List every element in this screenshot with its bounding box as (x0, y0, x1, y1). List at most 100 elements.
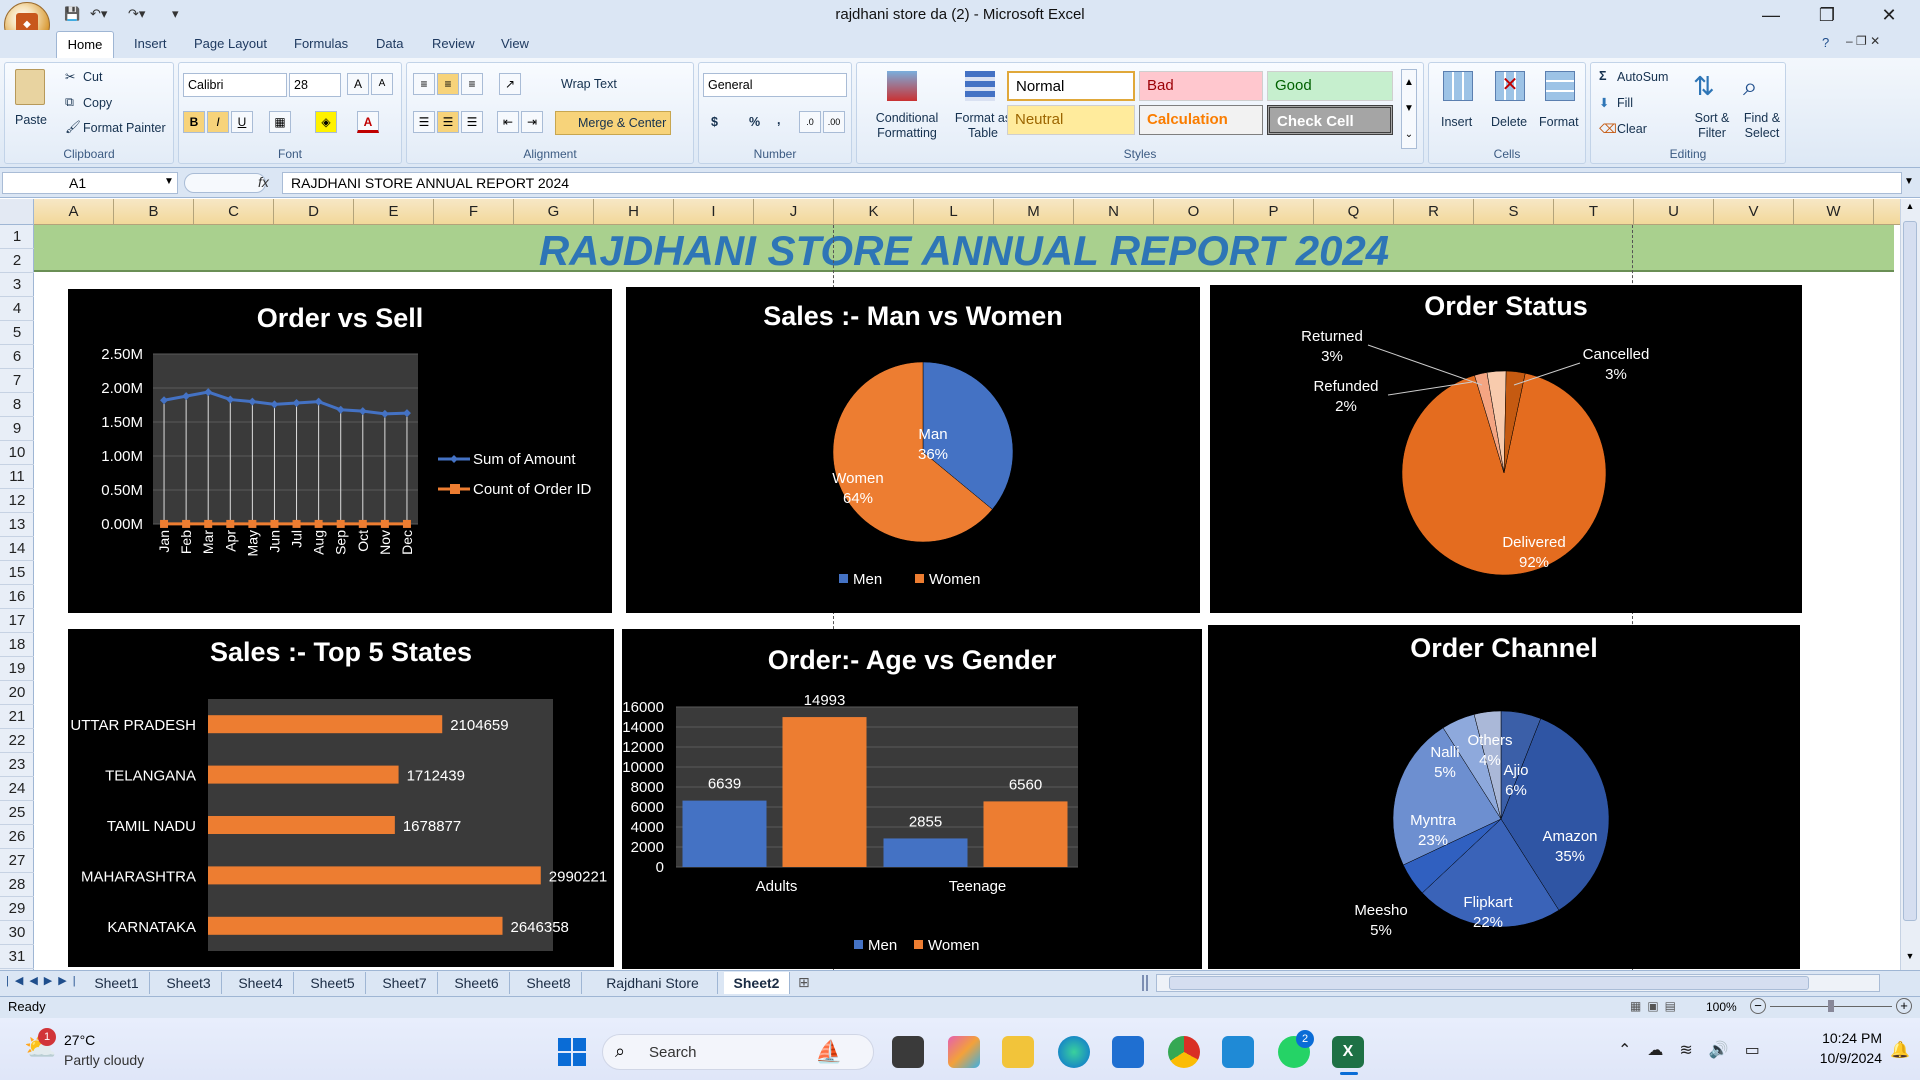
font-size-select[interactable]: 28 (289, 73, 341, 97)
row-header-4[interactable]: 4 (0, 297, 34, 321)
insert-button[interactable]: Insert (1441, 115, 1472, 129)
edge-icon[interactable] (1058, 1036, 1090, 1068)
underline-button[interactable]: U (231, 111, 253, 133)
row-header-21[interactable]: 21 (0, 705, 34, 729)
column-header-e[interactable]: E (354, 199, 434, 225)
tab-data[interactable]: Data (376, 36, 403, 51)
format-painter-icon[interactable]: 🖌 (65, 120, 81, 135)
help-icon[interactable]: ? (1822, 35, 1829, 50)
sort-filter-icon[interactable]: ⇅ (1693, 71, 1715, 102)
column-header-k[interactable]: K (834, 199, 914, 225)
chart-age-gender[interactable]: Order:- Age vs Gender 16000 14000 12000 100… (622, 629, 1202, 969)
sheet-tab-sheet2[interactable]: Sheet2 (724, 972, 790, 994)
minimize-button[interactable]: — (1744, 2, 1798, 28)
column-header-i[interactable]: I (674, 199, 754, 225)
row-header-30[interactable]: 30 (0, 921, 34, 945)
paste-button[interactable]: Paste (15, 113, 47, 127)
column-header-m[interactable]: M (994, 199, 1074, 225)
zoom-out-icon[interactable]: − (1750, 998, 1766, 1014)
fill-button[interactable]: Fill (1617, 96, 1633, 110)
weather-temp[interactable]: 27°C (64, 1032, 95, 1048)
row-header-11[interactable]: 11 (0, 465, 34, 489)
column-header-c[interactable]: C (194, 199, 274, 225)
column-header-v[interactable]: V (1714, 199, 1794, 225)
scroll-up-icon[interactable]: ▲ (1903, 201, 1917, 217)
row-header-26[interactable]: 26 (0, 825, 34, 849)
fill-icon[interactable]: ⬇ (1599, 95, 1609, 110)
align-center-icon[interactable]: ☰ (437, 111, 459, 133)
row-header-18[interactable]: 18 (0, 633, 34, 657)
autosum-icon[interactable]: Σ (1599, 69, 1607, 83)
format-table-icon[interactable] (965, 71, 995, 101)
select-all-corner[interactable] (0, 199, 34, 225)
bold-button[interactable]: B (183, 111, 205, 133)
format-cells-icon[interactable] (1545, 71, 1575, 101)
orientation-icon[interactable]: ↗ (499, 73, 521, 95)
scroll-thumb[interactable] (1903, 221, 1917, 921)
notification-bell-icon[interactable]: 🔔 (1890, 1040, 1910, 1060)
tab-page-layout[interactable]: Page Layout (194, 36, 267, 51)
weather-desc[interactable]: Partly cloudy (64, 1052, 144, 1068)
sheet-tab-sheet3[interactable]: Sheet3 (156, 972, 222, 994)
style-check-cell[interactable]: Check Cell (1267, 105, 1393, 135)
font-color-icon[interactable]: A (357, 111, 379, 133)
column-header-n[interactable]: N (1074, 199, 1154, 225)
clear-button[interactable]: Clear (1617, 122, 1647, 136)
worksheet[interactable]: RAJDHANI STORE ANNUAL REPORT 2024 Order … (34, 225, 1900, 970)
currency-button[interactable]: $ (711, 115, 718, 129)
row-header-9[interactable]: 9 (0, 417, 34, 441)
sheet-nav-icons[interactable]: |◀◀▶▶| (6, 974, 82, 987)
tab-review[interactable]: Review (432, 36, 475, 51)
horizontal-scrollbar[interactable] (1156, 974, 1880, 992)
chart-order-channel[interactable]: Order Channel Amazon 35% Flipkart 22% Meesho… (1208, 625, 1800, 969)
column-header-j[interactable]: J (754, 199, 834, 225)
paste-icon[interactable] (15, 69, 45, 105)
insert-sheet-icon[interactable]: ⊞ (798, 974, 810, 991)
delete-cells-icon[interactable]: ✕ (1495, 71, 1525, 101)
shrink-font-icon[interactable]: A (371, 73, 393, 95)
row-header-12[interactable]: 12 (0, 489, 34, 513)
decrease-decimal-icon[interactable]: .00 (823, 111, 845, 133)
row-header-20[interactable]: 20 (0, 681, 34, 705)
formula-input[interactable]: RAJDHANI STORE ANNUAL REPORT 2024 (282, 172, 1902, 194)
restore-button[interactable]: ❐ (1800, 2, 1854, 28)
row-header-31[interactable]: 31 (0, 945, 34, 969)
insert-cells-icon[interactable] (1443, 71, 1473, 101)
column-header-a[interactable]: A (34, 199, 114, 225)
row-header-23[interactable]: 23 (0, 753, 34, 777)
close-button[interactable]: ✕ (1862, 2, 1916, 28)
row-header-6[interactable]: 6 (0, 345, 34, 369)
insert-function-icon[interactable]: fx (258, 174, 269, 190)
sort-filter-button[interactable]: Sort & Filter (1689, 111, 1735, 141)
row-header-28[interactable]: 28 (0, 873, 34, 897)
comma-button[interactable]: , (777, 113, 780, 127)
row-header-24[interactable]: 24 (0, 777, 34, 801)
column-header-b[interactable]: B (114, 199, 194, 225)
column-header-f[interactable]: F (434, 199, 514, 225)
copy-button[interactable]: Copy (83, 96, 112, 110)
sheet-tab-sheet1[interactable]: Sheet1 (84, 972, 150, 994)
font-name-select[interactable]: Calibri (183, 73, 287, 97)
tab-view[interactable]: View (501, 36, 529, 51)
align-left-icon[interactable]: ☰ (413, 111, 435, 133)
chart-top-states[interactable]: Sales :- Top 5 States UTTAR PRADESH 21046… (68, 629, 614, 967)
styles-scroll-icon[interactable]: ▲ ▼ ⌄ (1401, 69, 1417, 149)
clear-icon[interactable]: ⌫ (1599, 121, 1617, 136)
zoom-level[interactable]: 100% (1706, 1000, 1737, 1014)
sheet-tab-sheet7[interactable]: Sheet7 (372, 972, 438, 994)
scroll-down-icon[interactable]: ▼ (1903, 951, 1917, 967)
format-painter-button[interactable]: Format Painter (83, 121, 166, 135)
clock-time[interactable]: 10:24 PM (1800, 1030, 1882, 1046)
format-button[interactable]: Format (1539, 115, 1579, 129)
align-top-icon[interactable]: ≡ (413, 73, 435, 95)
vscode-icon[interactable] (1222, 1036, 1254, 1068)
column-header-o[interactable]: O (1154, 199, 1234, 225)
zoom-slider-thumb[interactable] (1828, 1000, 1834, 1012)
row-header-27[interactable]: 27 (0, 849, 34, 873)
sheet-tab-sheet6[interactable]: Sheet6 (444, 972, 510, 994)
expand-formula-icon[interactable]: ▼ (1904, 176, 1914, 187)
chart-order-vs-sell[interactable]: Order vs Sell 2.50M 2.00M 1.50M 1.00M 0.50M 0… (68, 289, 612, 613)
align-right-icon[interactable]: ☰ (461, 111, 483, 133)
delete-button[interactable]: Delete (1491, 115, 1527, 129)
excel-taskbar-icon[interactable]: X (1332, 1036, 1364, 1068)
